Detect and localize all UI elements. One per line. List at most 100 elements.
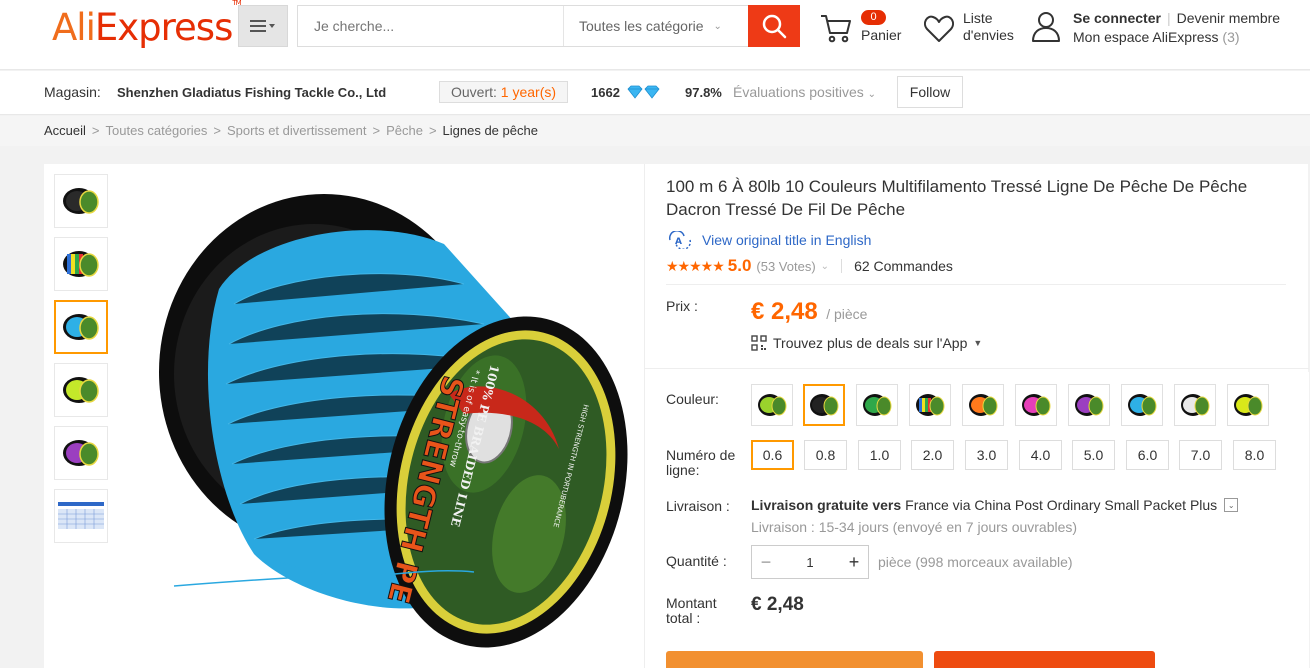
wishlist-link[interactable]: Liste d'envies: [923, 10, 1023, 50]
app-deals-link[interactable]: Trouvez plus de deals sur l'App ▼: [751, 335, 982, 351]
total-label: Montant total :: [666, 596, 717, 626]
line-number-option[interactable]: 3.0: [965, 440, 1008, 470]
wishlist-label-line1: Liste: [963, 10, 993, 26]
logo-part-express: Express: [94, 6, 233, 49]
positive-feedback-dropdown[interactable]: Évaluations positives ⌄: [733, 84, 876, 100]
divider: [841, 259, 843, 273]
spool-swatch: [1234, 394, 1263, 416]
shipping-method-selector[interactable]: Livraison gratuite vers France via China…: [751, 497, 1239, 513]
line-number-option[interactable]: 7.0: [1179, 440, 1222, 470]
total-label-line1: Montant: [666, 595, 717, 611]
thumbnail-4[interactable]: [54, 363, 108, 417]
my-account-link[interactable]: Mon espace AliExpress (3): [1073, 29, 1240, 45]
shipping-time: Livraison : 15-34 jours (envoyé en 7 jou…: [751, 519, 1078, 535]
decrease-quantity-button[interactable]: −: [752, 546, 780, 578]
size-chart-thumbnail: [58, 499, 104, 533]
line-number-label: Numéro de ligne:: [666, 448, 735, 478]
votes-count[interactable]: (53 Votes): [756, 259, 815, 274]
line-number-option[interactable]: 1.0: [858, 440, 901, 470]
search-input[interactable]: [298, 6, 563, 46]
app-deals-label: Trouvez plus de deals sur l'App: [773, 335, 968, 351]
buy-now-button[interactable]: [666, 651, 923, 668]
thumbnail-2[interactable]: [54, 237, 108, 291]
color-label: Couleur:: [666, 391, 719, 407]
increase-quantity-button[interactable]: +: [840, 546, 868, 578]
breadcrumb: Accueil > Toutes catégories > Sports et dive…: [0, 116, 1310, 146]
positive-rating: 97.8%: [685, 85, 722, 100]
spool-swatch: [1075, 394, 1104, 416]
search-category-select[interactable]: Toutes les catégorie ⌄: [563, 6, 748, 46]
breadcrumb-sports[interactable]: Sports et divertissement: [227, 123, 366, 138]
color-option[interactable]: [803, 384, 845, 426]
spool-swatch: [758, 394, 787, 416]
divider: [645, 368, 1309, 369]
line-number-option[interactable]: 5.0: [1072, 440, 1115, 470]
price-unit: / pièce: [826, 306, 868, 322]
spool-thumbnail: [63, 251, 99, 277]
search-category-label: Toutes les catégorie: [579, 18, 704, 34]
add-to-cart-button[interactable]: [934, 651, 1155, 668]
spool-swatch: [863, 394, 892, 416]
spool-swatch: [1128, 394, 1157, 416]
line-number-option[interactable]: 8.0: [1233, 440, 1276, 470]
logo-part-ali: Ali: [52, 6, 96, 49]
store-open-value: 1 year(s): [500, 84, 557, 100]
spool-swatch: [969, 394, 998, 416]
color-option[interactable]: [1227, 384, 1269, 426]
line-number-option[interactable]: 6.0: [1126, 440, 1169, 470]
view-original-title-link[interactable]: A View original title in English: [666, 231, 871, 249]
color-option[interactable]: [1121, 384, 1163, 426]
categories-menu-button[interactable]: [238, 5, 288, 47]
follow-button[interactable]: Follow: [897, 76, 963, 108]
line-number-option[interactable]: 0.8: [804, 440, 847, 470]
breadcrumb-fishing[interactable]: Pêche: [386, 123, 423, 138]
breadcrumb-home[interactable]: Accueil: [44, 123, 86, 138]
spool-swatch: [1181, 394, 1210, 416]
svg-text:A: A: [675, 237, 682, 247]
thumbnail-6[interactable]: [54, 489, 108, 543]
total-label-line2: total :: [666, 610, 701, 626]
thumbnail-5[interactable]: [54, 426, 108, 480]
heart-icon: [923, 15, 955, 42]
chevron-down-icon: ⌄: [713, 20, 722, 32]
line-number-option[interactable]: 2.0: [911, 440, 954, 470]
breadcrumb-fishing-lines[interactable]: Lignes de pêche: [443, 123, 538, 138]
chevron-down-icon[interactable]: ⌄: [1224, 498, 1239, 512]
user-icon: [1032, 12, 1060, 42]
wishlist-label-line2: d'envies: [963, 27, 1014, 43]
color-option[interactable]: [751, 384, 793, 426]
main-product-image[interactable]: STRENGTH PE 100% PE BRAIDED LINE * It is…: [144, 174, 634, 654]
quantity-input[interactable]: 1: [780, 546, 840, 578]
orders-count: 62 Commandes: [854, 258, 953, 274]
color-option[interactable]: [1174, 384, 1216, 426]
line-number-option[interactable]: 0.6: [751, 440, 794, 470]
cart-link[interactable]: 0 Panier: [819, 10, 909, 50]
chevron-down-icon[interactable]: ⌄: [821, 261, 829, 272]
divider: [666, 284, 1286, 285]
line-number-option[interactable]: 4.0: [1019, 440, 1062, 470]
search-button[interactable]: [748, 5, 800, 47]
spool-thumbnail: [63, 314, 99, 340]
store-open-badge: Ouvert: 1 year(s): [439, 81, 569, 103]
color-option[interactable]: [856, 384, 898, 426]
search-bar: Toutes les catégorie ⌄: [297, 5, 749, 47]
chevron-down-icon: ⌄: [867, 89, 877, 100]
breadcrumb-separator: >: [213, 123, 222, 138]
join-link[interactable]: Devenir membre: [1177, 10, 1280, 26]
color-option[interactable]: [962, 384, 1004, 426]
caret-down-icon: ▼: [973, 338, 983, 348]
cart-label: Panier: [861, 27, 902, 43]
breadcrumb-all-categories[interactable]: Toutes catégories: [106, 123, 208, 138]
color-option[interactable]: [1015, 384, 1057, 426]
thumbnail-3[interactable]: [54, 300, 108, 354]
aliexpress-logo[interactable]: AliExpressTM: [52, 0, 242, 49]
color-option[interactable]: [1068, 384, 1110, 426]
my-account-count: (3): [1222, 29, 1240, 45]
color-option[interactable]: [909, 384, 951, 426]
product-info: 100 m 6 À 80lb 10 Couleurs Multifilament…: [644, 164, 1309, 668]
product-title: 100 m 6 À 80lb 10 Couleurs Multifilament…: [666, 177, 1248, 219]
total-value: € 2,48: [751, 594, 804, 615]
thumbnail-1[interactable]: [54, 174, 108, 228]
store-name-link[interactable]: Shenzhen Gladiatus Fishing Tackle Co., L…: [117, 85, 386, 100]
sign-in-link[interactable]: Se connecter: [1073, 10, 1161, 26]
